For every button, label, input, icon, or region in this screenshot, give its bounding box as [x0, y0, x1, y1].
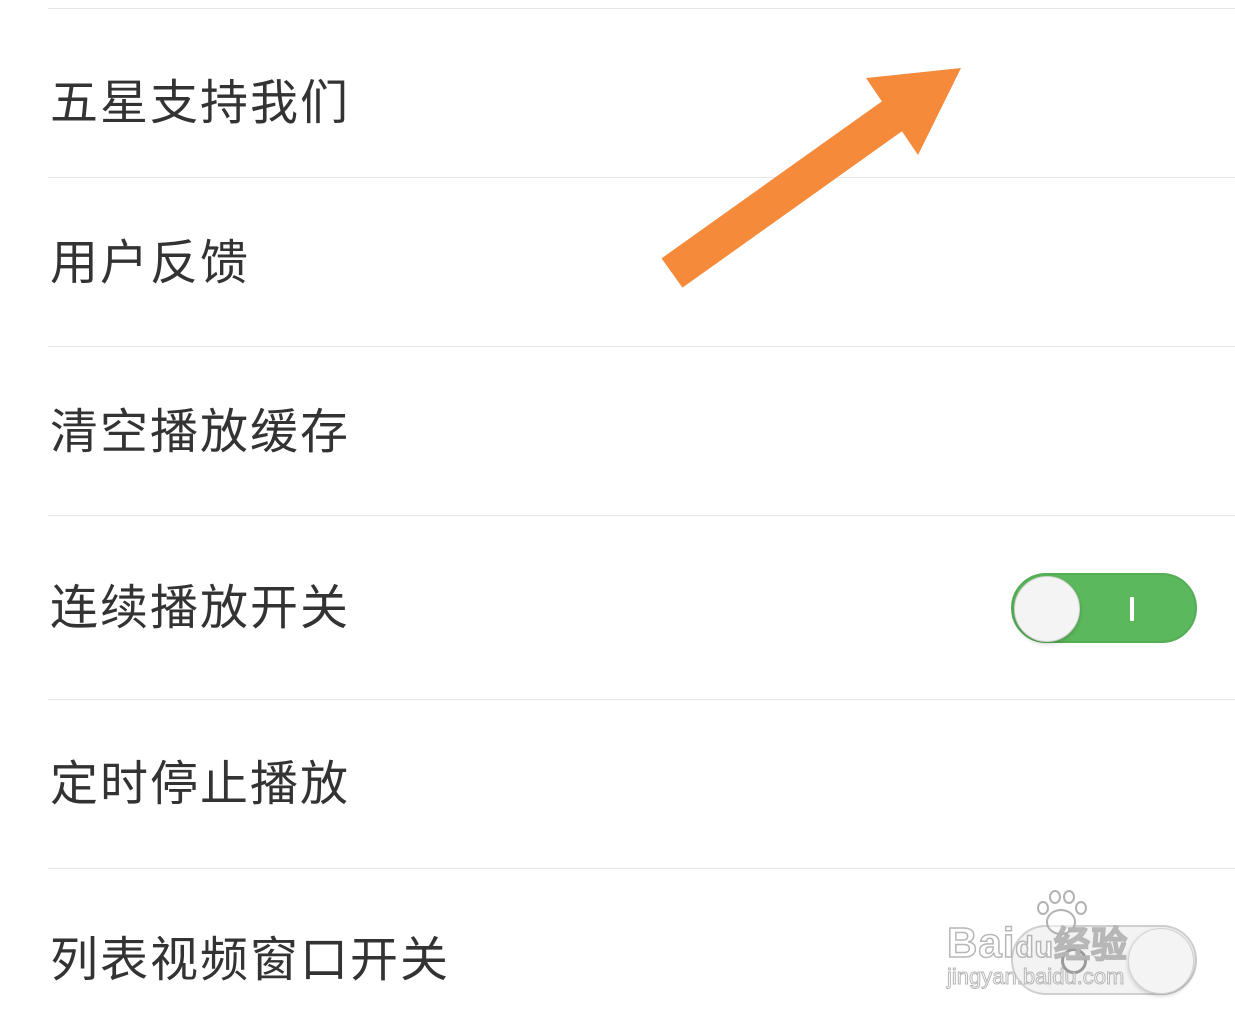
- settings-item-sleep-timer[interactable]: 定时停止播放: [0, 700, 1235, 869]
- settings-item-label: 定时停止播放: [50, 756, 351, 812]
- toggle-knob: [1128, 928, 1194, 994]
- settings-item-continuous-play: 连续播放开关: [0, 516, 1235, 700]
- toggle-on-indicator: [1130, 597, 1134, 621]
- settings-page: 五星支持我们 用户反馈 清空播放缓存 连续播放开关 定时停止播放 列表视频窗口开…: [0, 0, 1235, 1020]
- list-video-window-toggle[interactable]: [1011, 925, 1197, 995]
- toggle-off-indicator: [1061, 948, 1087, 974]
- settings-item-list-video-window: 列表视频窗口开关: [0, 869, 1235, 1020]
- settings-list: 五星支持我们 用户反馈 清空播放缓存 连续播放开关 定时停止播放 列表视频窗口开…: [0, 0, 1235, 1020]
- toggle-knob: [1014, 576, 1080, 642]
- settings-item-label: 列表视频窗口开关: [50, 932, 451, 988]
- settings-item-rate-us[interactable]: 五星支持我们: [0, 9, 1235, 178]
- settings-item-label: 清空播放缓存: [50, 404, 351, 460]
- settings-item-clear-cache[interactable]: 清空播放缓存: [0, 347, 1235, 516]
- settings-item-label: 五星支持我们: [50, 75, 351, 131]
- settings-item-feedback[interactable]: 用户反馈: [0, 178, 1235, 347]
- continuous-play-toggle[interactable]: [1011, 573, 1197, 643]
- settings-item-label: 连续播放开关: [50, 580, 351, 636]
- settings-item-label: 用户反馈: [50, 235, 251, 291]
